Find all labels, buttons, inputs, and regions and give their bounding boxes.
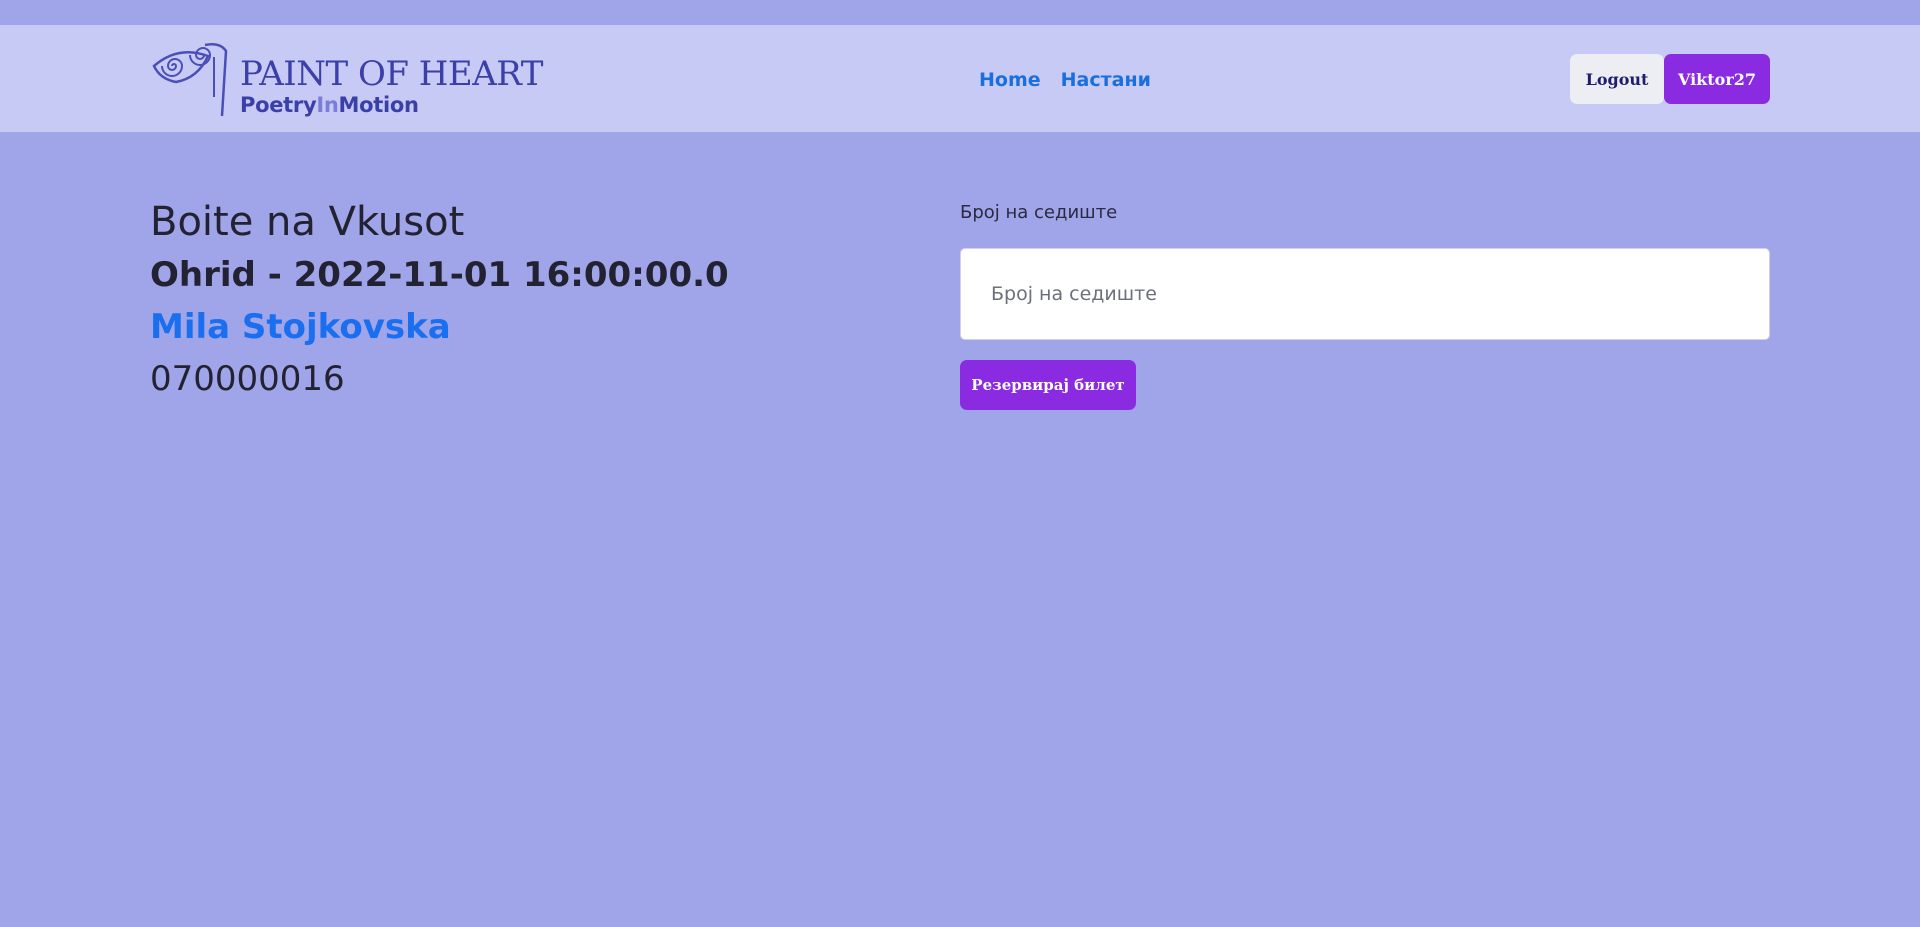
event-organizer-link[interactable]: Mila Stojkovska (150, 307, 451, 348)
logo-subtitle: PoetryInMotion (240, 95, 419, 116)
nav-link-events[interactable]: Настани (1061, 69, 1151, 91)
site-logo[interactable]: PAINT OF HEART PoetryInMotion (150, 39, 543, 117)
seat-number-label: Број на седиште (960, 202, 1118, 223)
main-nav: Home Настани (979, 69, 1151, 91)
reserve-ticket-button[interactable]: Резервирај билет (960, 360, 1136, 410)
event-title: Boite na Vkusot (150, 199, 465, 245)
logo-subtitle-part1: Poetry (240, 93, 317, 117)
seat-number-input[interactable] (960, 248, 1770, 340)
logo-subtitle-part3: Motion (338, 93, 419, 117)
logo-subtitle-part2: In (316, 93, 339, 117)
logo-title: PAINT OF HEART (240, 54, 543, 94)
nav-link-home[interactable]: Home (979, 69, 1041, 91)
event-phone: 070000016 (150, 359, 345, 399)
navbar: PAINT OF HEART PoetryInMotion Home Наста… (0, 25, 1920, 132)
spiral-eye-icon (152, 43, 228, 117)
logout-button[interactable]: Logout (1570, 54, 1664, 104)
event-location-datetime: Ohrid - 2022-11-01 16:00:00.0 (150, 255, 729, 295)
user-profile-button[interactable]: Viktor27 (1664, 54, 1770, 104)
